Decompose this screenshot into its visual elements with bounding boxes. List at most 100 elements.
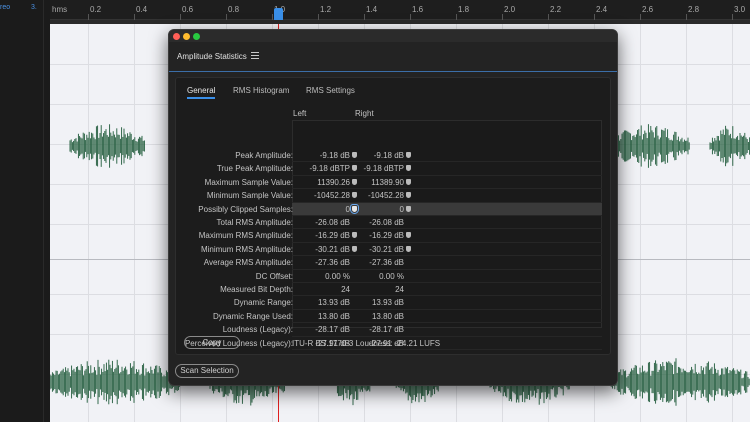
ruler-tick-label: 0.2	[90, 5, 102, 14]
ruler-tick-label: 3.0	[734, 5, 746, 14]
row-divider	[292, 348, 602, 350]
go-to-left-marker-icon[interactable]	[352, 178, 357, 185]
track-number: 3.	[31, 4, 37, 11]
left-channel-value: -28.17 dB	[315, 325, 350, 335]
statistic-label: Minimum Sample Value:	[206, 191, 293, 201]
left-channel-value: 13.80 dB	[317, 311, 350, 321]
go-to-left-marker-icon[interactable]	[352, 152, 357, 158]
go-to-right-marker-icon[interactable]	[406, 232, 411, 239]
ruler-tick-label: 2.4	[596, 5, 608, 14]
playhead-handle[interactable]	[274, 8, 283, 20]
statistics-row: Dynamic Range: 13.93 dB 13.93 dB	[176, 296, 612, 310]
ruler-tick-label: 1.8	[458, 5, 470, 14]
statistics-row: Minimum RMS Amplitude: -30.21 dB -30.21 dB	[176, 243, 612, 257]
column-header-left: Left	[293, 109, 307, 118]
statistic-label: Maximum Sample Value:	[204, 177, 293, 187]
right-channel-value: -9.18 dBTP	[363, 164, 404, 174]
statistics-row: True Peak Amplitude: -9.18 dBTP -9.18 dBTP	[176, 162, 612, 176]
right-channel-value: -9.18 dB	[373, 151, 404, 160]
statistics-row: Peak Amplitude: -9.18 dB -9.18 dB	[176, 149, 612, 163]
right-channel-value: 13.93 dB	[371, 298, 404, 308]
go-to-right-marker-icon[interactable]	[406, 165, 411, 172]
left-channel-value: 24	[341, 285, 350, 294]
left-channel-value: 0.00 %	[325, 271, 350, 281]
right-channel-value: 0	[399, 204, 404, 214]
ruler-tick-label: 0.6	[182, 5, 194, 14]
go-to-right-marker-icon[interactable]	[406, 245, 411, 252]
statistic-label: DC Offset:	[255, 271, 293, 281]
left-channel-value: -30.21 dB	[315, 244, 350, 254]
statistic-label: Dynamic Range Used:	[212, 311, 293, 321]
statistics-panel: General RMS Histogram RMS Settings Left …	[175, 77, 611, 355]
column-header-right: Right	[355, 109, 374, 118]
ruler-tick-label: 2.6	[642, 5, 654, 14]
statistics-row: Average RMS Amplitude: -27.36 dB -27.36 dB	[176, 256, 612, 270]
ruler-tick-label: 0.8	[228, 5, 240, 14]
itu-loudness-readout: ITU-R BS.1770-3 Loudness: -24.21 LUFS	[292, 339, 441, 348]
right-channel-value: 13.80 dB	[371, 311, 404, 321]
minimize-window-icon[interactable]	[183, 33, 190, 40]
right-channel-value: -16.29 dB	[369, 231, 404, 241]
statistics-row: Minimum Sample Value: -10452.28 -10452.28	[176, 189, 612, 203]
go-to-left-marker-icon[interactable]	[352, 245, 357, 252]
statistic-label: Peak Amplitude:	[235, 151, 293, 160]
go-to-left-marker-icon[interactable]	[350, 203, 359, 214]
ruler-tick-label: 2.8	[688, 5, 700, 14]
ruler-tick-label: 2.0	[504, 5, 516, 14]
track-channel-label: reo	[0, 4, 11, 11]
statistics-row: Dynamic Range Used: 13.80 dB 13.80 dB	[176, 310, 612, 324]
statistic-label: Average RMS Amplitude:	[203, 258, 293, 268]
statistics-row: Measured Bit Depth: 24 24	[176, 283, 612, 297]
statistics-row: Total RMS Amplitude: -26.08 dB -26.08 dB	[176, 216, 612, 230]
right-channel-value: -26.08 dB	[369, 218, 404, 227]
tab-rms-histogram[interactable]: RMS Histogram	[233, 86, 289, 95]
active-tab-indicator	[187, 97, 215, 99]
statistic-label: Measured Bit Depth:	[220, 285, 293, 294]
left-channel-value: -16.29 dB	[315, 231, 350, 241]
go-to-right-marker-icon[interactable]	[406, 178, 411, 185]
track-header-strip: reo 3.	[0, 0, 50, 422]
tab-rms-settings[interactable]: RMS Settings	[306, 86, 355, 95]
statistic-label: Possibly Clipped Samples:	[198, 204, 293, 214]
left-channel-value: -27.36 dB	[315, 258, 350, 268]
go-to-right-marker-icon[interactable]	[406, 205, 411, 212]
go-to-right-marker-icon[interactable]	[406, 192, 411, 199]
left-channel-value: 0	[345, 204, 350, 214]
statistic-label: Maximum RMS Amplitude:	[198, 231, 293, 241]
timeline-ruler[interactable]: hms 0.20.40.60.81.01.21.41.61.82.02.22.4…	[50, 0, 750, 20]
ruler-tick-label: 0.4	[136, 5, 148, 14]
ruler-tick-label: 1.2	[320, 5, 332, 14]
window-titlebar	[169, 30, 617, 42]
right-channel-value: -28.17 dB	[369, 325, 404, 335]
statistics-row: Loudness (Legacy): -28.17 dB -28.17 dB	[176, 323, 612, 337]
scan-selection-button[interactable]: Scan Selection	[175, 364, 239, 378]
left-channel-value: -10452.28	[313, 191, 350, 201]
left-channel-value: -9.18 dB	[319, 151, 350, 160]
right-channel-value: -10452.28	[367, 191, 404, 201]
statistic-label: True Peak Amplitude:	[216, 164, 293, 174]
maximize-window-icon[interactable]	[193, 33, 200, 40]
go-to-left-marker-icon[interactable]	[352, 192, 357, 199]
tab-general[interactable]: General	[187, 86, 215, 95]
left-channel-value: -26.08 dB	[315, 218, 350, 227]
track-divider	[43, 0, 44, 422]
panel-menu-icon[interactable]	[251, 52, 259, 60]
left-channel-value: -9.18 dBTP	[309, 164, 350, 174]
right-channel-value: 24	[395, 285, 404, 294]
right-channel-value: -27.36 dB	[369, 258, 404, 268]
right-channel-value: 0.00 %	[379, 271, 404, 281]
left-channel-value: 13.93 dB	[317, 298, 350, 308]
go-to-right-marker-icon[interactable]	[406, 152, 411, 158]
amplitude-statistics-dialog: Amplitude Statistics General RMS Histogr…	[168, 29, 618, 386]
copy-button[interactable]: Copy	[184, 336, 240, 349]
statistic-label: Loudness (Legacy):	[222, 325, 293, 335]
statistics-row: DC Offset: 0.00 % 0.00 %	[176, 270, 612, 283]
close-window-icon[interactable]	[173, 33, 180, 40]
statistics-row: Maximum Sample Value: 11390.26 11389.90	[176, 176, 612, 190]
ruler-unit-label: hms	[52, 5, 68, 14]
statistics-row: Possibly Clipped Samples: 0 0	[176, 202, 612, 216]
statistic-label: Minimum RMS Amplitude:	[200, 244, 293, 254]
ruler-tick-label: 1.4	[366, 5, 378, 14]
ruler-tick-label: 2.2	[550, 5, 562, 14]
statistic-label: Total RMS Amplitude:	[216, 218, 293, 227]
